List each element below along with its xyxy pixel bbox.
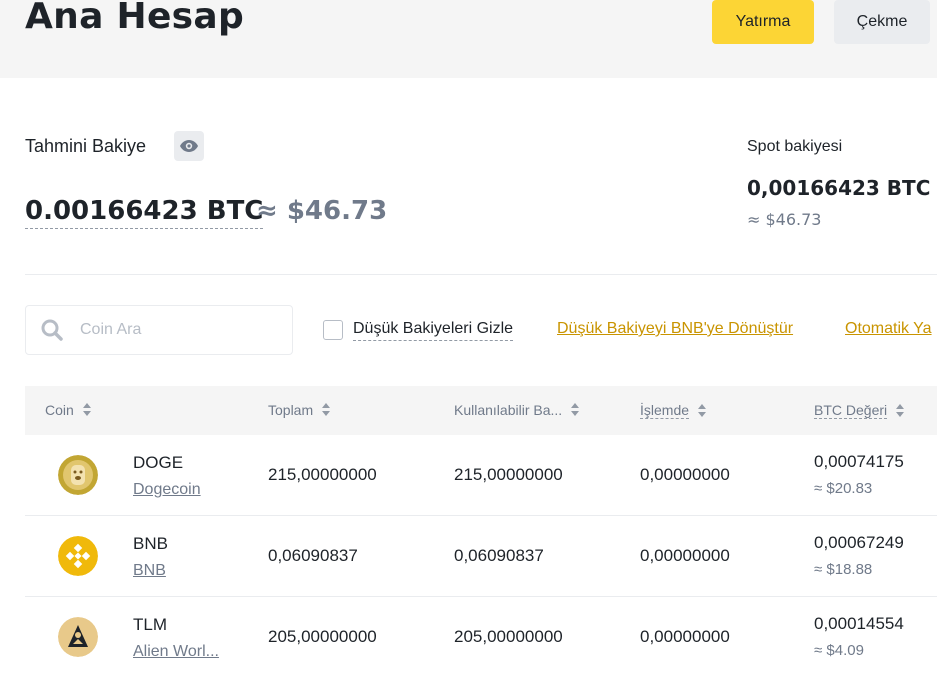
usd-value: ≈ $4.09 xyxy=(814,642,864,659)
bnb-icon xyxy=(58,536,98,576)
coin-symbol: BNB xyxy=(133,534,168,553)
in-order-value: 0,00000000 xyxy=(640,627,730,646)
in-order-value: 0,00000000 xyxy=(640,465,730,484)
coin-symbol: DOGE xyxy=(133,453,184,472)
table-row: DOGE Dogecoin 215,00000000 215,00000000 … xyxy=(25,435,937,516)
sort-icon xyxy=(82,403,91,417)
balances-table: Coin Toplam Kullanılabilir Ba... İşlemde… xyxy=(25,386,937,677)
table-header: Coin Toplam Kullanılabilir Ba... İşlemde… xyxy=(25,386,937,435)
auto-invest-link[interactable]: Otomatik Ya xyxy=(845,320,932,338)
table-row: TLM Alien Worl... 205,00000000 205,00000… xyxy=(25,597,937,677)
toggle-visibility-button[interactable] xyxy=(174,131,204,161)
page-header: Ana Hesap Yatırma Çekme xyxy=(0,0,937,78)
hide-small-balances-checkbox[interactable] xyxy=(323,320,343,340)
column-header-available[interactable]: Kullanılabilir Ba... xyxy=(454,402,580,418)
search-icon xyxy=(41,319,63,341)
convert-to-bnb-link[interactable]: Düşük Bakiyeyi BNB'ye Dönüştür xyxy=(557,320,793,338)
hide-small-balances-label[interactable]: Düşük Bakiyeleri Gizle xyxy=(353,320,514,341)
doge-icon xyxy=(58,455,98,495)
tlm-icon xyxy=(58,617,98,657)
column-header-btc-value[interactable]: BTC Değeri xyxy=(814,402,905,419)
coin-name-link[interactable]: Dogecoin xyxy=(133,481,201,499)
table-row: BNB BNB 0,06090837 0,06090837 0,00000000… xyxy=(25,516,937,597)
in-order-value: 0,00000000 xyxy=(640,546,730,565)
divider xyxy=(25,274,937,275)
available-value: 0,06090837 xyxy=(454,546,544,565)
eye-icon xyxy=(180,140,198,152)
sort-icon xyxy=(698,403,707,418)
sort-icon xyxy=(322,403,331,417)
btc-value: 0,00067249 xyxy=(814,533,904,552)
total-value: 0,06090837 xyxy=(268,546,358,565)
search-input[interactable] xyxy=(80,321,260,339)
btc-value: 0,00014554 xyxy=(814,614,904,633)
coin-symbol: TLM xyxy=(133,615,167,634)
withdraw-button[interactable]: Çekme xyxy=(834,0,930,44)
page-title: Ana Hesap xyxy=(25,0,245,37)
coin-name-link[interactable]: Alien Worl... xyxy=(133,643,219,661)
spot-btc-value: 0,00166423 BTC xyxy=(747,176,931,200)
estimated-usd-value: ≈ $46.73 xyxy=(256,196,388,226)
deposit-button[interactable]: Yatırma xyxy=(712,0,814,44)
coin-name-link[interactable]: BNB xyxy=(133,562,166,580)
usd-value: ≈ $18.88 xyxy=(814,561,873,578)
usd-value: ≈ $20.83 xyxy=(814,480,873,497)
total-value: 205,00000000 xyxy=(268,627,377,646)
coin-search[interactable] xyxy=(25,305,293,355)
estimated-btc-value[interactable]: 0.00166423 BTC xyxy=(25,196,264,229)
column-header-coin[interactable]: Coin xyxy=(45,402,91,418)
spot-usd-value: ≈ $46.73 xyxy=(747,210,822,229)
sort-icon xyxy=(571,403,580,417)
available-value: 215,00000000 xyxy=(454,465,563,484)
estimated-balance-label: Tahmini Bakiye xyxy=(25,136,147,156)
sort-icon xyxy=(896,403,905,418)
column-header-in-order[interactable]: İşlemde xyxy=(640,402,707,419)
available-value: 205,00000000 xyxy=(454,627,563,646)
column-header-total[interactable]: Toplam xyxy=(268,402,331,418)
spot-balance-label: Spot bakiyesi xyxy=(747,138,843,155)
total-value: 215,00000000 xyxy=(268,465,377,484)
btc-value: 0,00074175 xyxy=(814,452,904,471)
